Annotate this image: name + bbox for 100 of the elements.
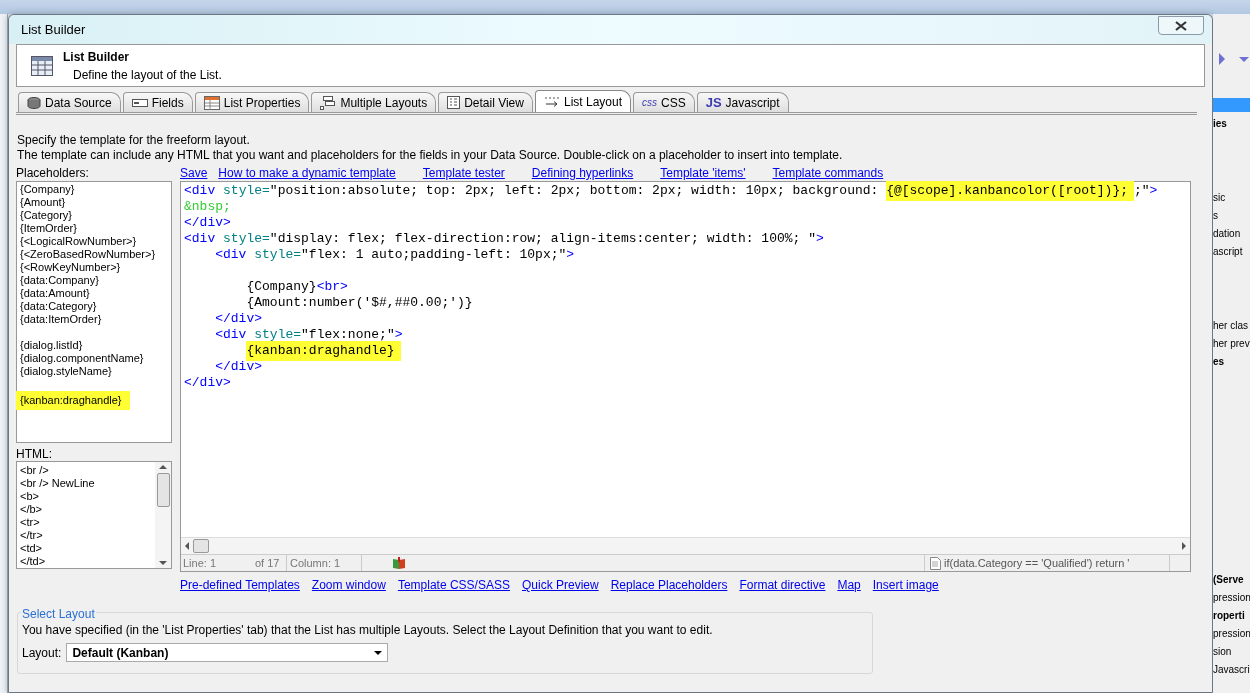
- document-icon: [929, 556, 942, 570]
- scroll-down-icon[interactable]: [159, 561, 167, 565]
- placeholder-item[interactable]: {kanban:draghandle}: [16, 391, 130, 410]
- background-text: ascript: [1213, 245, 1244, 259]
- placeholder-item[interactable]: {data:Company}: [20, 274, 99, 287]
- background-text: her prev: [1213, 337, 1250, 351]
- link[interactable]: Pre-defined Templates: [180, 578, 300, 592]
- placeholder-item[interactable]: {ItemOrder}: [20, 222, 77, 235]
- placeholders-list[interactable]: [16, 181, 172, 443]
- code-text: >: [815, 231, 824, 247]
- background-text: roperti: [1213, 609, 1246, 623]
- placeholder-item[interactable]: {Company}: [20, 183, 75, 196]
- code-text: >: [394, 327, 403, 343]
- link[interactable]: Map: [837, 578, 861, 592]
- tab[interactable]: Multiple Layouts: [311, 92, 437, 112]
- html-item[interactable]: <td>: [20, 542, 152, 555]
- window-title: List Builder: [21, 20, 86, 39]
- code-text: >: [566, 247, 575, 263]
- tab[interactable]: JS Javascript: [696, 92, 789, 112]
- scroll-left-icon[interactable]: [185, 542, 189, 550]
- placeholder-item[interactable]: {data:Category}: [20, 300, 97, 313]
- tab[interactable]: css CSS: [633, 92, 695, 112]
- placeholder-item[interactable]: {data:ItemOrder}: [20, 313, 102, 326]
- table-icon: [31, 55, 53, 76]
- code-text: <div: [184, 231, 216, 247]
- link[interactable]: Insert image: [872, 578, 939, 592]
- background-text: her clas: [1213, 319, 1249, 333]
- selection-bar: [1213, 98, 1250, 112]
- code-text: <div: [215, 327, 247, 343]
- html-label: HTML:: [16, 447, 53, 461]
- tab-icon-label: JS: [705, 93, 722, 112]
- code-text: <div: [184, 183, 216, 199]
- link[interactable]: Save: [180, 165, 208, 181]
- layout-dropdown[interactable]: Default (Kanban): [66, 643, 389, 662]
- placeholder-item[interactable]: {<ZeroBasedRowNumber>}: [20, 248, 156, 261]
- close-button[interactable]: [1158, 16, 1204, 35]
- link[interactable]: Template 'items': [660, 165, 746, 181]
- html-item[interactable]: </td>: [20, 555, 152, 568]
- background-text: s: [1213, 209, 1219, 223]
- placeholder-item[interactable]: {data:Amount}: [20, 287, 90, 300]
- tab[interactable]: List Properties: [194, 92, 310, 112]
- code-text: </div>: [184, 375, 231, 391]
- background-text: pression: [1213, 591, 1250, 605]
- dropdown-arrow-icon[interactable]: [1239, 56, 1249, 62]
- link[interactable]: Template commands: [772, 165, 884, 181]
- code-text: >: [1149, 183, 1158, 199]
- code-editor[interactable]: [180, 181, 1191, 572]
- scroll-thumb[interactable]: [156, 473, 170, 507]
- placeholder-item[interactable]: {dialog.styleName}: [20, 365, 112, 378]
- placeholder-item[interactable]: {Category}: [20, 209, 72, 222]
- placeholder-item[interactable]: {Amount}: [20, 196, 66, 209]
- html-item[interactable]: </tr>: [20, 529, 152, 542]
- placeholders-label: Placeholders:: [16, 165, 90, 181]
- link[interactable]: Replace Placeholders: [610, 578, 728, 592]
- tab[interactable]: Detail View: [438, 92, 533, 112]
- html-item[interactable]: <br />: [20, 464, 152, 477]
- background-text: es: [1213, 355, 1226, 369]
- placeholder-item[interactable]: {<RowKeyNumber>}: [20, 261, 121, 274]
- placeholder-item[interactable]: {<LogicalRowNumber>}: [20, 235, 137, 248]
- link[interactable]: Template tester: [422, 165, 505, 181]
- code-text: ;": [1134, 183, 1150, 199]
- status-expression: if(data.Category == 'Qualified') return ': [944, 555, 1130, 571]
- layout-label: Layout:: [22, 644, 62, 662]
- book-icon[interactable]: [392, 556, 406, 570]
- header-subtitle: Define the layout of the List.: [73, 66, 222, 84]
- scroll-right-icon[interactable]: [1182, 542, 1186, 550]
- code-text: "flex:none;": [301, 327, 395, 343]
- status-line-count: of 17: [255, 554, 287, 572]
- list-layout-icon: [543, 95, 560, 108]
- description-text: The template can include any HTML that you want and placeholders for the fields in your Data Source. Double-click on a placeholder to insert into template.: [17, 148, 844, 163]
- placeholder-item[interactable]: {dialog.componentName}: [20, 352, 144, 365]
- html-item[interactable]: <b>: [20, 490, 152, 503]
- tab[interactable]: Fields: [122, 92, 193, 112]
- html-item[interactable]: </b>: [20, 503, 152, 516]
- link[interactable]: Zoom window: [311, 578, 386, 592]
- scroll-up-icon[interactable]: [159, 465, 167, 469]
- description-text: Specify the template for the freeform layout.: [17, 133, 251, 148]
- html-item[interactable]: <tr>: [20, 516, 152, 529]
- code-text: </div>: [215, 311, 263, 327]
- tab[interactable]: List Layout: [534, 90, 631, 112]
- link[interactable]: Template CSS/SASS: [397, 578, 510, 592]
- code-text: {Amount:number('$#,##0.00;')}: [246, 295, 473, 311]
- link[interactable]: Quick Preview: [521, 578, 599, 592]
- vertical-scrollbar[interactable]: [155, 462, 171, 568]
- tab[interactable]: Data Source: [18, 92, 121, 112]
- background-text: sion: [1213, 645, 1233, 659]
- scroll-thumb[interactable]: [193, 539, 209, 553]
- background-text: ies: [1213, 117, 1228, 131]
- placeholder-item[interactable]: {dialog.listId}: [20, 339, 83, 352]
- select-layout-text: You have specified (in the 'List Properties' tab) that the List has multiple Layouts. Select the Layout Definition that you want to edit.: [22, 623, 714, 637]
- dropdown-arrow-icon: [374, 650, 383, 655]
- link[interactable]: Format directive: [739, 578, 826, 592]
- link[interactable]: Defining hyperlinks: [531, 165, 634, 181]
- code-text: style=: [254, 327, 302, 343]
- play-icon[interactable]: [1219, 53, 1225, 65]
- link[interactable]: How to make a dynamic template: [218, 165, 396, 181]
- code-text: {kanban:draghandle}: [246, 341, 401, 361]
- status-column: Column: 1: [287, 554, 362, 572]
- html-item[interactable]: <br /> NewLine: [20, 477, 152, 490]
- code-text: style=: [223, 183, 270, 199]
